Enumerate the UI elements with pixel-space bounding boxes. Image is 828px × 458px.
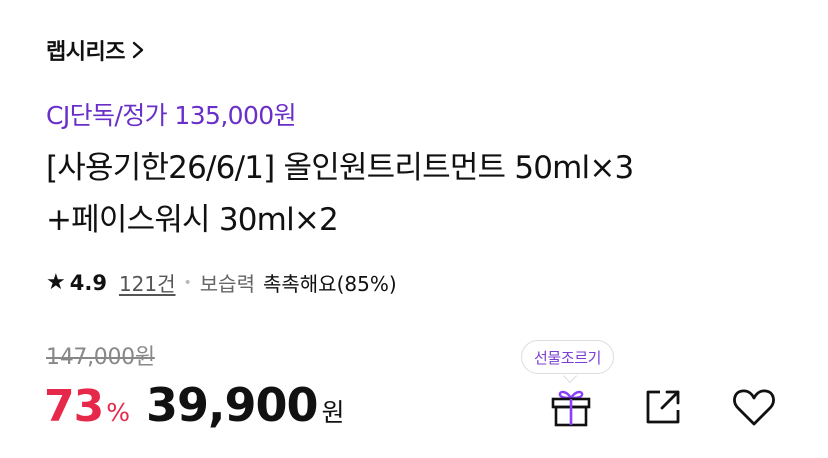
discount-unit: % xyxy=(106,398,130,427)
share-icon[interactable] xyxy=(640,384,686,430)
brand-link[interactable]: 랩시리즈 xyxy=(46,34,145,66)
product-title-line-1: [사용기한26/6/1] 올인원트리트먼트 50ml×3 xyxy=(46,150,634,186)
gift-icon xyxy=(551,390,591,427)
brand-name: 랩시리즈 xyxy=(46,40,125,65)
rating-row: ★ 4.9 121건 • 보습력 촉촉해요(85%) xyxy=(46,268,397,297)
attribute-value: 촉촉해요(85%) xyxy=(262,272,397,296)
gift-request-button[interactable]: 선물조르기 xyxy=(521,340,621,432)
rating-score: 4.9 xyxy=(69,270,107,295)
product-title-line-2: +페이스워시 30ml×2 xyxy=(46,202,339,238)
separator-dot: • xyxy=(183,274,192,291)
heart-icon[interactable] xyxy=(730,384,778,430)
attribute-label: 보습력 xyxy=(199,272,255,296)
gift-tooltip: 선물조르기 xyxy=(521,340,615,374)
review-count-link[interactable]: 121건 xyxy=(119,268,176,297)
original-price: 147,000원 xyxy=(46,345,155,370)
chevron-right-icon xyxy=(132,41,144,59)
currency-unit: 원 xyxy=(321,398,345,427)
sale-price: 39,900 xyxy=(146,378,319,432)
promo-text: CJ단독/정가 135,000원 xyxy=(46,101,297,130)
price-row: 73 % 39,900 원 xyxy=(44,378,345,432)
star-icon: ★ xyxy=(46,270,66,295)
product-title: [사용기한26/6/1] 올인원트리트먼트 50ml×3 +페이스워시 30ml… xyxy=(46,142,786,246)
discount-rate: 73 xyxy=(44,381,104,432)
